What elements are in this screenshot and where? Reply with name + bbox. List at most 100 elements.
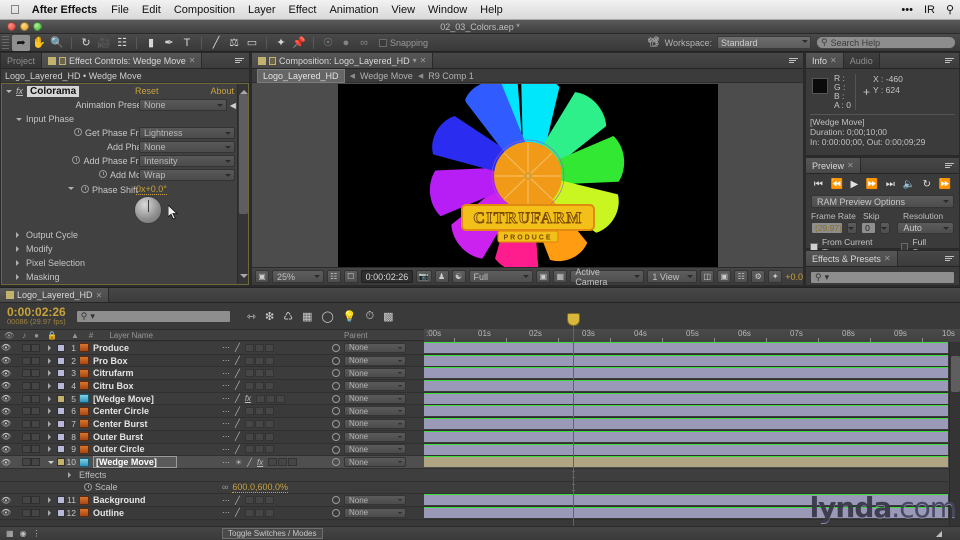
chevron-down-icon[interactable] [16,118,22,124]
effect-about-button[interactable]: About [210,86,234,96]
parent-pickwhip-icon[interactable] [332,432,340,441]
app-name-label[interactable]: After Effects [32,4,97,16]
blend-line-icon[interactable]: ╱ [235,343,240,352]
parent-pickwhip-icon[interactable] [332,458,340,467]
blend-line-icon[interactable]: ╱ [235,419,240,428]
comp-flowchart-button[interactable]: ▦ [6,529,14,538]
ram-preview-button[interactable]: ⏩ [939,179,951,190]
section-pixel-selection[interactable]: Pixel Selection [2,256,248,270]
panel-menu-button[interactable] [940,251,959,266]
layer-switches[interactable]: ⋯ ☀ ╱ fx [222,458,298,467]
menu-window[interactable]: Window [428,4,467,16]
layer-duration-bar[interactable] [424,381,948,392]
tab-composition[interactable]: Composition: Logo_Layered_HD ▾ ✕ [252,53,434,68]
composition-viewer[interactable]: CITRUFARM PRODUCE [252,83,803,267]
graph-editor-icon[interactable]: ▩ [383,310,393,323]
previous-frame-button[interactable]: ⏪ [830,179,842,190]
parent-dropdown[interactable]: None [344,355,406,366]
constrain-proportions-icon[interactable]: ∞ [222,482,228,492]
view-layout-select[interactable]: 1 View [647,270,698,283]
stopwatch-icon[interactable] [73,128,82,136]
label-color-chip[interactable] [57,432,65,441]
effect-controls-scrollbar[interactable] [237,84,248,284]
parent-dropdown[interactable]: None [344,393,406,404]
camera-tool[interactable]: 🎥 [95,35,113,51]
timeline-link-icon[interactable]: ☷ [734,270,749,283]
label-color-chip[interactable] [57,343,65,352]
transform-switch-icon[interactable]: ⋯ [222,419,230,428]
layer-track[interactable] [424,430,948,443]
skip-field[interactable]: 0 [861,222,877,234]
chevron-right-icon[interactable] [48,420,54,427]
layer-switches[interactable]: ⋯ ╱ [222,445,274,454]
video-toggle-icon[interactable]: 👁 [0,432,12,441]
parent-dropdown[interactable]: None [344,507,406,518]
layer-duration-bar[interactable] [424,355,948,366]
next-frame-button[interactable]: ⏩ [866,179,878,190]
label-color-chip[interactable] [57,356,65,365]
scale-value[interactable]: 600.0,600.0% [232,482,288,493]
close-icon[interactable]: ✕ [420,56,427,65]
video-toggle-icon[interactable]: 👁 [0,381,12,390]
panel-menu-button[interactable] [940,158,959,173]
parent-pickwhip-icon[interactable] [332,445,340,454]
label-color-chip[interactable] [57,369,65,378]
apple-logo-icon[interactable]:  [10,3,20,16]
close-icon[interactable]: ✕ [884,254,891,263]
table-row[interactable]: 👁 9 Outer Circle ⋯ ╱ None [0,443,960,457]
layer-name[interactable]: Citrufarm [93,368,134,378]
tab-timeline-comp[interactable]: Logo_Layered_HD ✕ [0,288,110,302]
layer-track[interactable] [424,354,948,367]
layer-name[interactable]: Outer Burst [93,432,143,442]
chevron-right-icon[interactable] [16,232,22,238]
snapping-toggle[interactable]: Snapping [379,38,428,48]
fast-previews-icon[interactable]: ▣ [717,270,732,283]
transform-switch-icon[interactable]: ⋯ [222,381,230,390]
chevron-right-icon[interactable] [48,370,54,377]
lock-icon[interactable] [59,56,67,65]
motion-blur-button[interactable]: ⋮ [33,529,41,538]
layer-duration-bar[interactable] [424,393,948,404]
search-dropdown-icon[interactable]: ▾ [90,311,95,322]
blend-line-icon[interactable]: ╱ [235,369,240,378]
menu-composition[interactable]: Composition [174,4,235,16]
layer-name[interactable]: Pro Box [93,356,128,366]
layer-name[interactable]: [Wedge Move] [93,394,154,404]
layer-name[interactable]: Center Circle [93,406,149,416]
channel-rgb-icon[interactable]: ☯ [451,270,466,283]
video-toggle-icon[interactable]: 👁 [0,445,12,454]
add-phase-dropdown[interactable]: None [139,141,235,153]
play-button[interactable]: ▶ [851,179,859,190]
resolution-select[interactable]: Full [468,270,534,283]
skip-dropdown[interactable] [880,222,891,234]
blend-line-icon[interactable]: ╱ [235,394,240,403]
parent-pickwhip-icon[interactable] [332,508,340,517]
blend-line-icon[interactable]: ╱ [235,407,240,416]
video-toggle-icon[interactable]: 👁 [0,407,12,416]
breadcrumb-item-root[interactable]: Logo_Layered_HD [257,68,345,83]
video-toggle-icon[interactable]: 👁 [0,458,12,467]
panel-menu-button[interactable] [940,53,959,68]
scrollbar-thumb[interactable] [951,356,960,392]
auto-keyframe-icon[interactable]: ⏱ [366,310,375,323]
input-source-icon[interactable]: IR [924,4,935,16]
roto-brush-tool[interactable]: ✦ [272,35,290,51]
layer-name[interactable]: Outer Circle [93,444,145,454]
layer-switches[interactable]: ⋯ ╱ [222,381,274,390]
scroll-down-icon[interactable] [240,274,248,282]
spotlight-search-icon[interactable]: ⚲ [946,3,954,16]
stopwatch-icon[interactable] [98,170,107,178]
transform-switch-icon[interactable]: ⋯ [222,407,230,416]
transform-switch-icon[interactable]: ⋯ [222,445,230,454]
transparency-grid-icon[interactable]: ▦ [553,270,568,283]
camera-view-select[interactable]: Active Camera [570,267,645,287]
layer-switches-button[interactable]: ◉ [20,529,27,538]
snapping-checkbox[interactable] [379,38,387,47]
video-toggle-icon[interactable]: 👁 [0,496,12,505]
composition-canvas[interactable]: CITRUFARM PRODUCE [337,83,718,267]
tab-info[interactable]: Info ✕ [806,53,844,68]
layer-duration-bar[interactable] [424,343,948,353]
parent-pickwhip-icon[interactable] [332,382,340,391]
fx-badge-icon[interactable]: fx [245,394,251,403]
layer-track[interactable] [424,367,948,379]
